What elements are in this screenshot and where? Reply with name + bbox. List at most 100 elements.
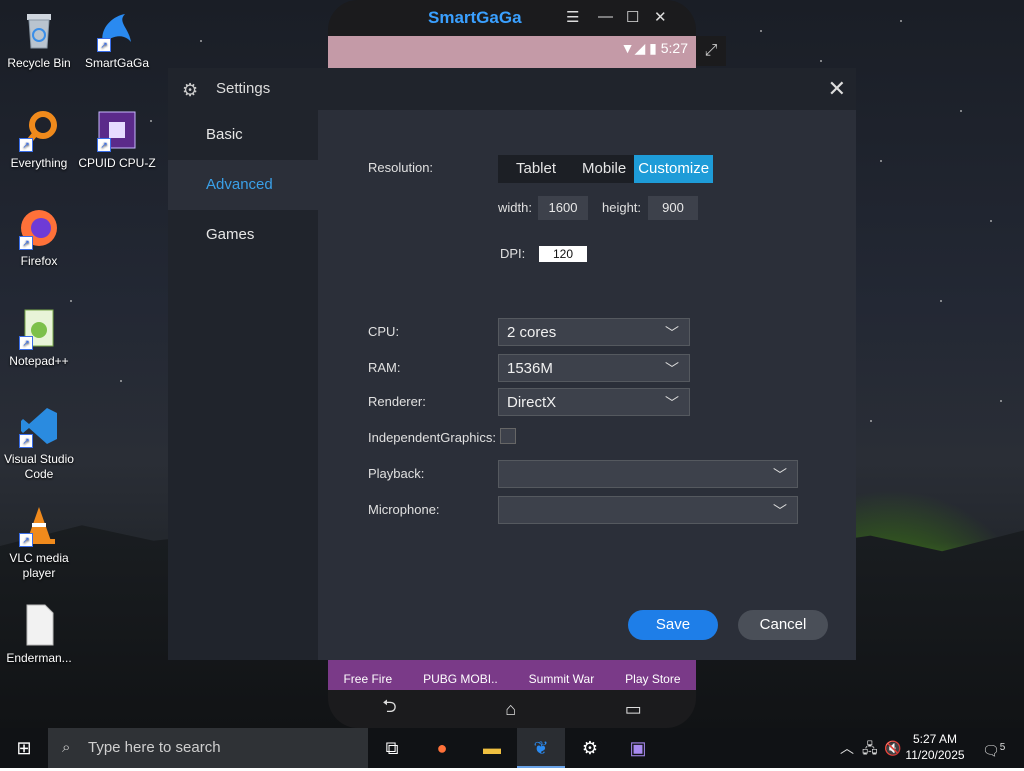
maximize-icon[interactable]: ☐ [626, 8, 639, 26]
home-icon[interactable]: ⌂ [505, 699, 516, 720]
mode-tablet[interactable]: Tablet [498, 155, 564, 183]
sidebar-item-advanced[interactable]: Advanced [168, 160, 318, 210]
close-icon[interactable]: ✕ [654, 8, 667, 26]
desktop-icon-label: Everything [10, 156, 68, 170]
android-clock: ▼◢ ▮ 5:27 [620, 40, 688, 56]
shortcut-arrow-icon: ↗ [19, 138, 33, 152]
shortcut-arrow-icon: ↗ [19, 236, 33, 250]
shortcut-arrow-icon: ↗ [97, 138, 111, 152]
settings-sidebar: Basic Advanced Games [168, 110, 318, 660]
cpu-value: 2 cores [507, 324, 557, 341]
recents-icon[interactable]: ▭ [625, 699, 642, 720]
desktop-icon-notepadpp[interactable]: ↗ Notepad++ [0, 306, 78, 369]
desktop-icon-smartgaga[interactable]: ↗ SmartGaGa [78, 8, 156, 71]
app-summit-war[interactable]: Summit War [529, 672, 595, 690]
desktop-icon-vlc[interactable]: ↗ VLC media player [0, 503, 78, 581]
minimize-icon[interactable]: — [598, 8, 613, 25]
desktop-icon-enderman[interactable]: Enderman... [0, 603, 78, 666]
desktop-icon-recycle-bin[interactable]: Recycle Bin [0, 8, 78, 71]
desktop-icon-firefox[interactable]: ↗ Firefox [0, 206, 78, 269]
dpi-input[interactable]: 120 [539, 246, 587, 262]
tray-chevron-up-icon[interactable]: ︿ [840, 728, 854, 768]
desktop-icon-label: VLC media player [9, 551, 69, 580]
desktop-icon-everything[interactable]: ↗ Everything [0, 108, 78, 171]
network-icon[interactable]: 🖧 [862, 728, 878, 768]
gear-icon: ⚙ [182, 80, 199, 100]
playback-select[interactable]: ﹀ [498, 460, 798, 488]
chevron-down-icon: ﹀ [773, 467, 787, 483]
vscode-icon: ↗ [17, 404, 61, 448]
clock-time: 5:27 AM [912, 732, 958, 746]
file-icon [17, 603, 61, 647]
shortcut-arrow-icon: ↗ [19, 533, 33, 547]
desktop-icon-label: Firefox [20, 254, 58, 268]
resolution-label: Resolution: [368, 160, 434, 175]
ram-select[interactable]: 1536M ﹀ [498, 354, 690, 382]
task-view-icon[interactable]: ⧉ [368, 728, 416, 768]
notification-count: 5 [999, 742, 1006, 753]
chevron-down-icon: ﹀ [773, 503, 787, 519]
app-play-store[interactable]: Play Store [625, 672, 680, 690]
mode-customize[interactable]: Customize [634, 155, 714, 183]
emulator-titlebar: SmartGaGa ☰ — ☐ ✕ [328, 0, 696, 36]
smartgaga-icon: ↗ [95, 8, 139, 52]
taskbar-settings-icon[interactable]: ⚙ [566, 728, 614, 768]
settings-dialog: ⚙ Settings ✕ Basic Advanced Games Resolu… [168, 68, 856, 660]
app-free-fire[interactable]: Free Fire [343, 672, 392, 690]
renderer-select[interactable]: DirectX ﹀ [498, 388, 690, 416]
save-button[interactable]: Save [628, 610, 718, 640]
playback-label: Playback: [368, 466, 425, 481]
app-shelf: Free Fire PUBG MOBI.. Summit War Play St… [328, 660, 696, 690]
desktop-icon-vscode[interactable]: ↗ Visual Studio Code [0, 404, 78, 482]
taskbar-smartgaga-icon[interactable]: ❦ [517, 728, 565, 768]
taskbar-firefox-icon[interactable]: ● [418, 728, 466, 768]
microphone-select[interactable]: ﹀ [498, 496, 798, 524]
desktop-icon-label: SmartGaGa [84, 56, 150, 70]
renderer-label: Renderer: [368, 394, 426, 409]
app-pubg[interactable]: PUBG MOBI.. [423, 672, 498, 690]
volume-muted-icon[interactable]: 🔇 [884, 728, 901, 768]
android-nav-bar: ⮌ ⌂ ▭ [328, 690, 696, 728]
mode-mobile[interactable]: Mobile [564, 155, 634, 183]
width-input[interactable]: 1600 [538, 196, 588, 220]
windows-start-icon[interactable]: ⊞ [0, 728, 48, 768]
back-icon[interactable]: ⮌ [382, 694, 396, 724]
search-placeholder: Type here to search [88, 739, 221, 756]
independent-graphics-checkbox[interactable] [500, 428, 516, 444]
fullscreen-icon[interactable]: ⤢ [696, 36, 726, 66]
independent-graphics-label: IndependentGraphics: [368, 430, 496, 445]
ram-value: 1536M [507, 360, 553, 377]
sidebar-item-games[interactable]: Games [168, 210, 318, 260]
settings-title: Settings [216, 80, 271, 97]
desktop-icon-label: Visual Studio Code [4, 452, 74, 481]
desktop-icon-cpuz[interactable]: ↗ CPUID CPU-Z [78, 108, 156, 171]
width-label: width: [498, 200, 532, 215]
taskbar-clock[interactable]: 5:27 AM 11/20/2025 [905, 731, 965, 763]
android-status-bar: ▼◢ ▮ 5:27 [328, 36, 696, 70]
shortcut-arrow-icon: ↗ [97, 38, 111, 52]
cancel-button[interactable]: Cancel [738, 610, 828, 640]
chevron-down-icon: ﹀ [665, 395, 679, 411]
taskbar-search[interactable]: ⌕ Type here to search [48, 728, 368, 768]
desktop-icon-label: Notepad++ [9, 354, 69, 368]
menu-icon[interactable]: ☰ [566, 8, 579, 26]
notepad-plus-plus-icon: ↗ [17, 306, 61, 350]
cpu-select[interactable]: 2 cores ﹀ [498, 318, 690, 346]
close-icon[interactable]: ✕ [828, 76, 846, 102]
settings-header: ⚙ Settings ✕ [168, 68, 856, 110]
vlc-cone-icon: ↗ [17, 503, 61, 547]
chevron-down-icon: ﹀ [665, 361, 679, 377]
shortcut-arrow-icon: ↗ [19, 336, 33, 350]
firefox-icon: ↗ [17, 206, 61, 250]
microphone-label: Microphone: [368, 502, 440, 517]
resolution-mode-segmented: Tablet Mobile Customize [498, 155, 714, 183]
taskbar-file-explorer-icon[interactable]: ▬ [468, 728, 516, 768]
sidebar-item-basic[interactable]: Basic [168, 110, 318, 160]
height-input[interactable]: 900 [648, 196, 698, 220]
ram-label: RAM: [368, 360, 401, 375]
desktop-icon-label: CPUID CPU-Z [78, 156, 156, 170]
desktop-icon-label: Enderman... [6, 651, 72, 665]
cpu-label: CPU: [368, 324, 400, 339]
taskbar-cpuz-icon[interactable]: ▣ [614, 728, 662, 768]
notification-center-icon[interactable]: 🗨5 [982, 728, 1005, 768]
